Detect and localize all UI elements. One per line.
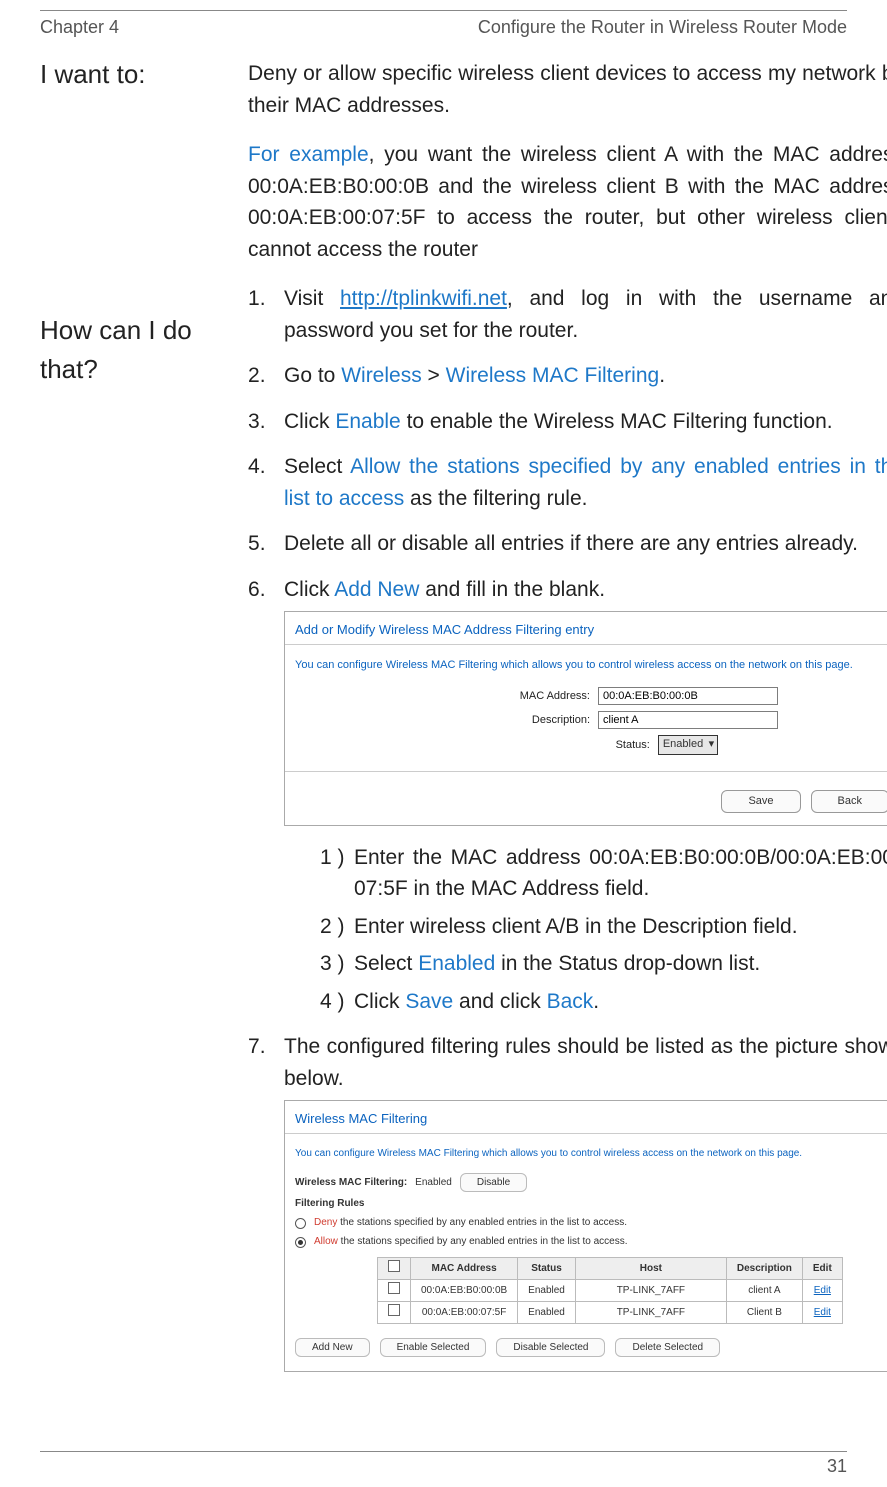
th-status: Status <box>518 1257 576 1279</box>
deny-rest: the stations specified by any enabled en… <box>337 1217 627 1228</box>
substep-2: 2 ) Enter wireless client A/B in the Des… <box>320 911 887 943</box>
step-3-b: to enable the Wireless MAC Filtering fun… <box>401 410 833 433</box>
page-number: 31 <box>40 1451 847 1477</box>
shot2-disable-button[interactable]: Disable <box>460 1173 527 1192</box>
select-all-checkbox[interactable] <box>388 1260 400 1272</box>
substep-4-mid: and click <box>453 990 546 1013</box>
substep-3-marker: 3 ) <box>320 948 345 980</box>
shot1-desc-input[interactable] <box>598 711 778 729</box>
row2-checkbox[interactable] <box>388 1304 400 1316</box>
allow-rest: the stations specified by any enabled en… <box>338 1236 628 1247</box>
shot2-delete-selected-button[interactable]: Delete Selected <box>615 1338 720 1357</box>
shot2-enable-selected-button[interactable]: Enable Selected <box>380 1338 487 1357</box>
add-new-label: Add New <box>334 578 419 601</box>
substep-2-text: Enter wireless client A/B in the Descrip… <box>354 915 798 938</box>
step-3-a: Click <box>284 410 335 433</box>
row2-mac: 00:0A:EB:00:07:5F <box>411 1301 518 1323</box>
substep-4: 4 ) Click Save and click Back. <box>320 986 887 1018</box>
shot2-add-new-button[interactable]: Add New <box>295 1338 370 1357</box>
wireless-mac-filtering-menu: Wireless MAC Filtering <box>446 364 660 387</box>
row2-status: Enabled <box>518 1301 576 1323</box>
step-1: Visit http://tplinkwifi.net, and log in … <box>248 283 887 346</box>
substep-1-text: Enter the MAC address 00:0A:EB:B0:00:0B/… <box>354 846 887 901</box>
step-4-a: Select <box>284 455 350 478</box>
shot1-para: You can configure Wireless MAC Filtering… <box>285 653 887 684</box>
shot2-mac-filtering-label: Wireless MAC Filtering: <box>295 1175 407 1190</box>
shot1-save-button[interactable]: Save <box>721 790 800 813</box>
deny-radio[interactable] <box>295 1218 306 1229</box>
step-5: Delete all or disable all entries if the… <box>248 528 887 560</box>
shot1-back-button[interactable]: Back <box>811 790 887 813</box>
th-edit: Edit <box>802 1257 842 1279</box>
wireless-menu: Wireless <box>341 364 422 387</box>
row2-edit-link[interactable]: Edit <box>814 1307 831 1318</box>
shot1-mac-label: MAC Address: <box>410 688 590 705</box>
step-6-b: and fill in the blank. <box>419 578 605 601</box>
th-host: Host <box>575 1257 726 1279</box>
shot1-desc-label: Description: <box>410 712 590 729</box>
substep-3: 3 ) Select Enabled in the Status drop-do… <box>320 948 887 980</box>
sidebar-how-can-i: How can I do that? <box>40 311 220 389</box>
substep-1-marker: 1 ) <box>320 842 345 874</box>
step-4: Select Allow the stations specified by a… <box>248 451 887 514</box>
row1-mac: 00:0A:EB:B0:00:0B <box>411 1279 518 1301</box>
step-4-b: as the filtering rule. <box>404 487 587 510</box>
shot2-mac-filtering-state: Enabled <box>415 1175 452 1190</box>
table-row: 00:0A:EB:B0:00:0B Enabled TP-LINK_7AFF c… <box>378 1279 843 1301</box>
shot2-para: You can configure Wireless MAC Filtering… <box>285 1142 887 1171</box>
row1-checkbox[interactable] <box>388 1282 400 1294</box>
enabled-option: Enabled <box>418 952 495 975</box>
screenshot-add-entry: Add or Modify Wireless MAC Address Filte… <box>284 611 887 826</box>
row2-host: TP-LINK_7AFF <box>575 1301 726 1323</box>
shot1-mac-input[interactable] <box>598 687 778 705</box>
substep-4-marker: 4 ) <box>320 986 345 1018</box>
allow-radio[interactable] <box>295 1237 306 1248</box>
substep-4-end: . <box>593 990 599 1013</box>
chapter-title: Configure the Router in Wireless Router … <box>478 17 847 38</box>
save-option: Save <box>405 990 453 1013</box>
table-row: 00:0A:EB:00:07:5F Enabled TP-LINK_7AFF C… <box>378 1301 843 1323</box>
filter-table: MAC Address Status Host Description Edit… <box>377 1257 843 1324</box>
intro-para-2: For example, you want the wireless clien… <box>248 139 887 265</box>
row1-status: Enabled <box>518 1279 576 1301</box>
substep-2-marker: 2 ) <box>320 911 345 943</box>
row1-edit-link[interactable]: Edit <box>814 1285 831 1296</box>
enable-label: Enable <box>335 410 400 433</box>
step-6-a: Click <box>284 578 334 601</box>
sidebar-i-want-to: I want to: <box>40 58 220 91</box>
th-desc: Description <box>726 1257 802 1279</box>
deny-keyword: Deny <box>314 1217 337 1228</box>
step-2: Go to Wireless > Wireless MAC Filtering. <box>248 360 887 392</box>
screenshot-filter-list: Wireless MAC Filtering You can configure… <box>284 1100 887 1372</box>
row1-desc: client A <box>726 1279 802 1301</box>
step-1-text-a: Visit <box>284 287 340 310</box>
example-label: For example <box>248 143 369 166</box>
step-7-text: The configured filtering rules should be… <box>284 1035 887 1090</box>
allow-keyword: Allow <box>314 1236 338 1247</box>
step-3: Click Enable to enable the Wireless MAC … <box>248 406 887 438</box>
th-mac: MAC Address <box>411 1257 518 1279</box>
substep-1: 1 ) Enter the MAC address 00:0A:EB:B0:00… <box>320 842 887 905</box>
row1-host: TP-LINK_7AFF <box>575 1279 726 1301</box>
intro-para-1: Deny or allow specific wireless client d… <box>248 58 887 121</box>
step-7: The configured filtering rules should be… <box>248 1031 887 1372</box>
shot1-status-label: Status: <box>470 737 650 754</box>
substep-4-a: Click <box>354 990 405 1013</box>
step-2-sep: > <box>422 364 446 387</box>
shot2-rules-label: Filtering Rules <box>295 1196 364 1211</box>
step-2-a: Go to <box>284 364 341 387</box>
substep-3-b: in the Status drop-down list. <box>495 952 760 975</box>
shot2-disable-selected-button[interactable]: Disable Selected <box>496 1338 605 1357</box>
tplinkwifi-link[interactable]: http://tplinkwifi.net <box>340 287 507 310</box>
back-option: Back <box>547 990 594 1013</box>
step-2-end: . <box>659 364 665 387</box>
substep-3-a: Select <box>354 952 418 975</box>
chapter-label: Chapter 4 <box>40 17 119 38</box>
row2-desc: Client B <box>726 1301 802 1323</box>
shot1-status-select[interactable]: Enabled <box>658 735 718 755</box>
shot1-title: Add or Modify Wireless MAC Address Filte… <box>285 612 887 644</box>
shot2-title: Wireless MAC Filtering <box>285 1101 887 1133</box>
step-6: Click Add New and fill in the blank. Add… <box>248 574 887 1018</box>
